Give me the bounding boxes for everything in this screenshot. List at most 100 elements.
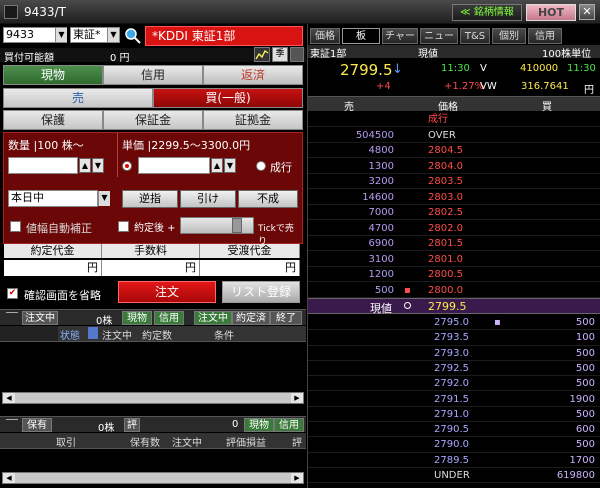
tab-buy[interactable]: 買(一般) xyxy=(153,88,303,108)
buying-power-row: 買付可能額 0 円 季 xyxy=(0,47,306,64)
collapse-icon[interactable] xyxy=(6,312,18,322)
after-fill-slider[interactable] xyxy=(180,217,254,234)
filter-pending[interactable]: 注文中 xyxy=(194,311,232,325)
after-fill-checkbox[interactable] xyxy=(118,221,129,232)
filter-filled[interactable]: 約定済 xyxy=(232,311,270,325)
bid-row[interactable]: 2793.0 500 xyxy=(308,346,600,361)
bid-price: 2791.0 xyxy=(434,408,469,420)
holdings-list[interactable] xyxy=(0,449,306,471)
holdings-filter-genbutsu[interactable]: 現物 xyxy=(244,418,274,432)
ask-price: 2804.5 xyxy=(428,145,463,156)
holdings-filter-shinyo[interactable]: 信用 xyxy=(274,418,304,432)
hot-button[interactable]: HOT xyxy=(526,4,576,21)
scroll-left-icon[interactable]: ◀ xyxy=(3,393,15,403)
tab-news[interactable]: ニュース xyxy=(420,28,458,57)
tab-hoshokin[interactable]: 保証金 xyxy=(103,110,203,130)
ask-price: 2800.5 xyxy=(428,269,463,280)
stop-order-button[interactable]: 逆指 xyxy=(122,190,178,208)
auto-correct-checkbox[interactable] xyxy=(10,221,21,232)
order-button[interactable]: 注文 xyxy=(118,281,216,303)
filter-icon[interactable] xyxy=(88,327,98,339)
grid-icon[interactable] xyxy=(290,47,304,62)
bid-row[interactable]: 2793.5 100 xyxy=(308,330,600,346)
orders-scrollbar[interactable]: ◀ ▶ xyxy=(2,392,304,404)
ask-row[interactable]: 504500 OVER xyxy=(308,128,600,143)
bid-row[interactable]: 2789.5 1700 xyxy=(308,453,600,468)
add-to-list-button[interactable]: リスト登録 xyxy=(222,281,300,303)
ask-row[interactable]: 14600 2803.0 xyxy=(308,190,600,205)
ask-row[interactable]: 1200 2800.5 xyxy=(308,267,600,283)
tab-shokokin[interactable]: 証拠金 xyxy=(203,110,303,130)
qty-up-icon[interactable]: ▲ xyxy=(79,158,91,173)
ask-qty: 1200 xyxy=(368,269,394,280)
tab-hensai[interactable]: 返済 xyxy=(203,65,303,85)
bid-row[interactable]: 2792.5 500 xyxy=(308,361,600,377)
ask-ladder: 成行 504500 OVER 4800 2804.5 1300 2804.0 3200 2803… xyxy=(308,112,600,298)
chevron-down-icon[interactable]: ▼ xyxy=(98,191,110,206)
tab-sell[interactable]: 売 xyxy=(3,88,153,108)
chevron-down-icon[interactable]: ▼ xyxy=(107,28,119,42)
ask-row[interactable]: 4800 2804.5 xyxy=(308,143,600,159)
search-icon[interactable] xyxy=(124,27,142,44)
tab-individual[interactable]: 個別 xyxy=(492,28,526,44)
tab-shinyo[interactable]: 信用 xyxy=(103,65,203,85)
qty-input[interactable] xyxy=(8,157,78,174)
tab-margin[interactable]: 信用 xyxy=(528,28,562,44)
ask-row[interactable]: 4700 2802.0 xyxy=(308,221,600,236)
skip-confirm-checkbox[interactable]: ✔ xyxy=(7,288,18,299)
slider-thumb[interactable] xyxy=(232,218,242,233)
holdings-scrollbar[interactable]: ◀ ▶ xyxy=(2,472,304,484)
bid-row[interactable]: 2795.0 500 ▪ xyxy=(308,315,600,331)
qty-down-icon[interactable]: ▼ xyxy=(92,158,104,173)
stamp-icon[interactable]: 季 xyxy=(272,47,288,62)
orders-list[interactable] xyxy=(0,342,306,390)
ask-row[interactable]: 7000 2802.5 xyxy=(308,205,600,221)
scroll-right-icon[interactable]: ▶ xyxy=(291,393,303,403)
ask-row[interactable]: 6900 2801.5 xyxy=(308,236,600,252)
bid-row[interactable]: 2790.5 600 xyxy=(308,422,600,438)
ask-row[interactable]: 500 2800.0 ▪ xyxy=(308,283,600,298)
tab-price[interactable]: 価格 xyxy=(310,28,340,44)
ask-row[interactable]: 1300 2804.0 xyxy=(308,159,600,174)
price-input[interactable] xyxy=(138,157,210,174)
marker-icon xyxy=(404,302,411,309)
scroll-left-icon[interactable]: ◀ xyxy=(3,473,15,483)
ask-row[interactable]: 3100 2801.0 xyxy=(308,252,600,267)
stock-info-button[interactable]: ≪ 銘柄情報 xyxy=(452,4,522,21)
bid-price: 2792.5 xyxy=(434,362,469,374)
bid-row[interactable]: 2791.5 1900 xyxy=(308,392,600,407)
closing-order-button[interactable]: 引け xyxy=(180,190,236,208)
tab-tns[interactable]: T&S xyxy=(460,28,490,44)
ask-price: 2801.5 xyxy=(428,238,463,249)
chevron-down-icon[interactable]: ▼ xyxy=(55,28,67,42)
filter-ended[interactable]: 終了 xyxy=(270,311,302,325)
tab-genbutsu[interactable]: 現物 xyxy=(3,65,103,85)
scroll-right-icon[interactable]: ▶ xyxy=(291,473,303,483)
close-icon[interactable]: ✕ xyxy=(579,4,595,20)
bid-row[interactable]: UNDER 619800 xyxy=(308,468,600,484)
ask-row[interactable]: 3200 2803.5 xyxy=(308,174,600,190)
chart-icon[interactable] xyxy=(254,47,270,62)
price-down-icon[interactable]: ▼ xyxy=(224,158,236,173)
col-status[interactable]: 状態 xyxy=(60,327,80,342)
ask-row[interactable]: 成行 xyxy=(308,112,600,128)
filter-shinyo[interactable]: 信用 xyxy=(154,311,184,325)
price-label: 単価 |2299.5～3300.0円 xyxy=(122,139,251,152)
limit-order-radio[interactable] xyxy=(122,161,132,171)
bid-row[interactable]: 2792.0 500 xyxy=(308,376,600,392)
filter-genbutsu[interactable]: 現物 xyxy=(122,311,152,325)
price-up-icon[interactable]: ▲ xyxy=(211,158,223,173)
expiry-select[interactable]: 本日中 xyxy=(8,190,98,207)
funari-order-button[interactable]: 不成 xyxy=(238,190,298,208)
tab-hogo[interactable]: 保護 xyxy=(3,110,103,130)
bid-row[interactable]: 2791.0 500 xyxy=(308,407,600,423)
tab-chart[interactable]: チャート xyxy=(382,28,418,57)
market-order-radio[interactable] xyxy=(256,161,266,171)
bid-row[interactable]: 2790.0 500 xyxy=(308,437,600,453)
collapse-icon[interactable] xyxy=(6,419,18,429)
ask-qty: 500 xyxy=(374,284,394,296)
tab-board[interactable]: 板 xyxy=(342,28,380,44)
volume: 410000 xyxy=(520,63,559,74)
current-row-label: 現値 xyxy=(370,302,392,315)
change-pct: +1.27% xyxy=(444,81,485,92)
